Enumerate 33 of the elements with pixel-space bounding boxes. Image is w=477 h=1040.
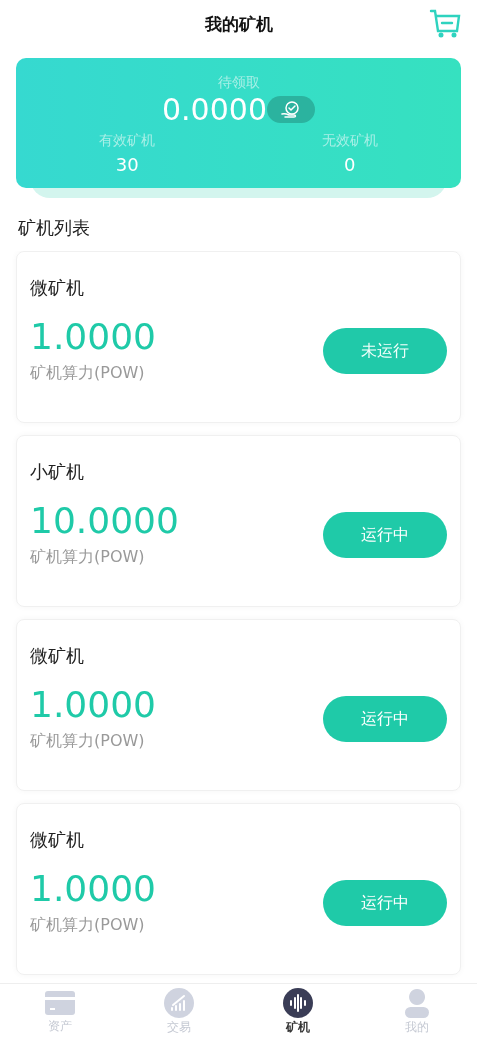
status-button[interactable]: 运行中 [323, 879, 447, 926]
tab-item[interactable]: 矿机 [238, 984, 358, 1040]
tab-item[interactable]: 交易 [119, 984, 239, 1040]
hash-power-label: 矿机算力(POW) [30, 729, 146, 752]
miner-name: 小矿机 [30, 460, 85, 484]
miner-name: 微矿机 [30, 644, 85, 668]
hash-power-label: 矿机算力(POW) [30, 545, 146, 568]
pending-label: 待领取 [216, 73, 261, 92]
hash-power: 1.0000 [30, 869, 156, 909]
cart-icon[interactable] [429, 8, 461, 38]
hash-power: 10.0000 [30, 501, 179, 541]
stat-value: 30 [115, 153, 139, 177]
hash-power-label: 矿机算力(POW) [30, 913, 146, 936]
stat-value: 0 [344, 153, 356, 177]
hash-power: 1.0000 [30, 317, 156, 357]
page-title: 我的矿机 [204, 13, 273, 37]
person-icon [403, 988, 432, 1018]
claim-button[interactable] [267, 96, 315, 123]
card-icon [43, 989, 76, 1017]
status-button[interactable]: 运行中 [323, 511, 447, 558]
stat-label: 有效矿机 [99, 131, 156, 150]
chart-icon [163, 988, 194, 1018]
section-title: 矿机列表 [18, 216, 91, 240]
miner-name: 微矿机 [30, 276, 85, 300]
status-button[interactable]: 运行中 [323, 695, 447, 742]
hash-power: 1.0000 [30, 685, 156, 725]
pending-amount: 0.0000 [162, 93, 267, 126]
miner-name: 微矿机 [30, 828, 85, 852]
sound-wave-icon [283, 988, 314, 1018]
stat-label: 无效矿机 [321, 131, 378, 150]
status-button[interactable]: 未运行 [323, 327, 447, 374]
hand-check-icon [280, 99, 302, 120]
hash-power-label: 矿机算力(POW) [30, 361, 146, 384]
